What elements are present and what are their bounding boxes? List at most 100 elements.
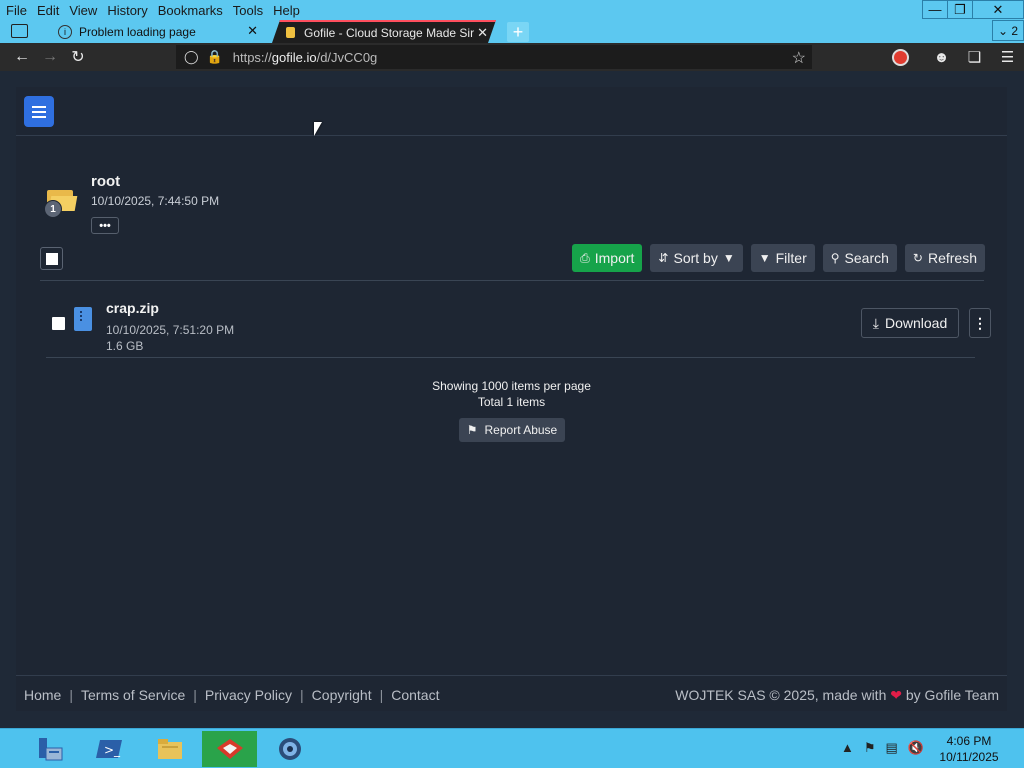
search-button[interactable]: ⚲ Search	[822, 244, 897, 272]
taskbar: >_ ▲ ⚑ ▤ 🔇 4:06 PM 10/11/2025	[0, 728, 1024, 768]
tab-strip: i Problem loading page ✕ Gofile - Cloud …	[0, 20, 1024, 43]
server-manager-icon[interactable]	[22, 731, 77, 767]
footer-link-privacy[interactable]: Privacy Policy	[205, 687, 292, 703]
clock-time: 4:06 PM	[946, 734, 992, 748]
mouse-cursor	[314, 122, 322, 136]
folder-more-button[interactable]: •••	[91, 217, 119, 234]
report-abuse-button[interactable]: ⚑ Report Abuse	[459, 418, 565, 442]
navigation-bar: ← → ↻ ◯ 🔒 https://gofile.io/d/JvCC0g ☆ ☻…	[0, 43, 1024, 71]
extension-record-icon[interactable]	[892, 48, 909, 66]
lock-icon[interactable]: 🔒	[207, 49, 223, 65]
menu-tools[interactable]: Tools	[233, 3, 263, 18]
footer-link-terms[interactable]: Terms of Service	[81, 687, 185, 703]
refresh-button[interactable]: ↻ Refresh	[904, 244, 985, 272]
footer-links: Home | Terms of Service | Privacy Policy | …	[24, 687, 440, 703]
file-name[interactable]: crap.zip	[106, 300, 159, 316]
divider	[40, 280, 984, 281]
account-icon[interactable]: ☻	[925, 49, 958, 66]
footer-link-copyright[interactable]: Copyright	[312, 687, 372, 703]
toolbar-right: ☻ ❏ ☰	[892, 43, 1024, 71]
gofile-page: 1 root 10/10/2025, 7:44:50 PM ••• ⎙ Impor…	[0, 71, 1024, 728]
action-toolbar: ⎙ Import ⇵ Sort by ▼ ▼ Filter ⚲ Search ↻ Refre…	[572, 244, 985, 272]
total-items-text: Total 1 items	[477, 395, 546, 409]
refresh-icon: ↻	[912, 251, 923, 265]
info-icon: i	[58, 24, 72, 39]
url-text[interactable]: https://gofile.io/d/JvCC0g	[233, 50, 378, 65]
download-icon: ⤓	[872, 314, 879, 331]
select-all-checkbox[interactable]	[40, 247, 63, 270]
close-tab-icon[interactable]: ✕	[247, 23, 258, 39]
new-tab-button[interactable]: +	[507, 22, 529, 42]
clock[interactable]: 4:06 PM 10/11/2025	[934, 733, 1004, 765]
file-row[interactable]: crap.zip 10/10/2025, 7:51:20 PM 1.6 GB ⤓…	[40, 293, 991, 357]
shield-icon[interactable]: ◯	[184, 49, 199, 65]
gofile-favicon-icon	[286, 27, 295, 38]
search-icon: ⚲	[830, 251, 840, 265]
folder-icon: 1	[44, 187, 78, 218]
divider	[46, 357, 975, 358]
tab-overview-icon[interactable]	[11, 24, 28, 38]
footer-link-home[interactable]: Home	[24, 687, 61, 703]
svg-text:>_: >_	[104, 743, 121, 757]
close-window-button[interactable]: ✕	[972, 0, 1024, 19]
tray-expand-icon[interactable]: ▲	[841, 740, 854, 756]
close-tab-icon[interactable]: ✕	[477, 25, 488, 41]
file-more-button[interactable]: ⋮	[969, 308, 991, 338]
items-per-page-text: Showing 1000 items per page	[432, 379, 591, 393]
tab-count: 2	[1011, 23, 1019, 38]
volume-muted-icon[interactable]: 🔇	[908, 740, 924, 756]
folder-badge: 1	[44, 200, 62, 218]
sidebar-toggle-button[interactable]	[24, 96, 54, 127]
download-button[interactable]: ⤓ Download	[861, 308, 959, 338]
import-button[interactable]: ⎙ Import	[572, 244, 643, 272]
file-explorer-icon[interactable]	[142, 731, 197, 767]
file-size: 1.6 GB	[106, 339, 144, 353]
filter-button[interactable]: ▼ Filter	[750, 244, 815, 272]
menu-file[interactable]: File	[6, 3, 27, 18]
tab-problem-loading[interactable]: i Problem loading page ✕	[44, 20, 266, 43]
forward-icon[interactable]: →	[36, 43, 64, 71]
network-icon[interactable]: ▤	[886, 740, 898, 756]
menu-history[interactable]: History	[107, 3, 147, 18]
sort-by-button[interactable]: ⇵ Sort by ▼	[650, 244, 743, 272]
filter-icon: ▼	[758, 251, 771, 265]
menu-bookmarks[interactable]: Bookmarks	[158, 3, 223, 18]
browser-window: File Edit View History Bookmarks Tools H…	[0, 0, 1024, 728]
import-icon: ⎙	[580, 250, 590, 265]
minimize-button[interactable]: —	[922, 0, 948, 19]
back-icon[interactable]: ←	[8, 43, 36, 71]
system-tray: ▲ ⚑ ▤ 🔇	[841, 740, 924, 756]
zip-file-icon	[74, 307, 92, 331]
footer-copyright: WOJTEK SAS © 2025, made with ❤ by Gofile…	[675, 687, 999, 703]
menu-view[interactable]: View	[69, 3, 97, 18]
sort-icon: ⇵	[658, 251, 669, 265]
menu-help[interactable]: Help	[273, 3, 300, 18]
reload-icon[interactable]: ↻	[64, 43, 92, 71]
flag-icon: ⚑	[466, 423, 478, 437]
window-controls: — ❐ ✕	[922, 0, 1024, 19]
flag-icon[interactable]: ⚑	[864, 740, 876, 756]
tab-title: Gofile - Cloud Storage Made Sir	[304, 25, 475, 40]
red-app-icon[interactable]	[202, 731, 257, 767]
restore-button[interactable]: ❐	[947, 0, 973, 19]
file-checkbox[interactable]	[52, 317, 65, 330]
footer-link-contact[interactable]: Contact	[391, 687, 439, 703]
menu-edit[interactable]: Edit	[37, 3, 59, 18]
extensions-icon[interactable]: ❏	[958, 48, 991, 66]
tab-list-button[interactable]: ⌄ 2	[992, 20, 1024, 41]
heart-icon: ❤	[890, 687, 902, 703]
browser-globe-icon[interactable]	[262, 731, 317, 767]
caret-down-icon: ▼	[722, 251, 735, 265]
menu-bar: File Edit View History Bookmarks Tools H…	[0, 0, 1024, 20]
bookmark-star-icon[interactable]: ☆	[792, 48, 806, 68]
folder-name: root	[91, 173, 121, 190]
powershell-icon[interactable]: >_	[82, 731, 137, 767]
folder-date: 10/10/2025, 7:44:50 PM	[91, 194, 220, 208]
tab-title: Problem loading page	[79, 24, 196, 39]
menu-hamburger-icon[interactable]: ☰	[991, 48, 1024, 66]
divider	[16, 135, 1007, 136]
file-date: 10/10/2025, 7:51:20 PM	[106, 323, 235, 337]
url-bar[interactable]: ◯ 🔒 https://gofile.io/d/JvCC0g ☆	[176, 45, 812, 69]
tab-gofile[interactable]: Gofile - Cloud Storage Made Sir ✕	[272, 20, 496, 43]
content-card: 1 root 10/10/2025, 7:44:50 PM ••• ⎙ Impor…	[16, 87, 1007, 711]
